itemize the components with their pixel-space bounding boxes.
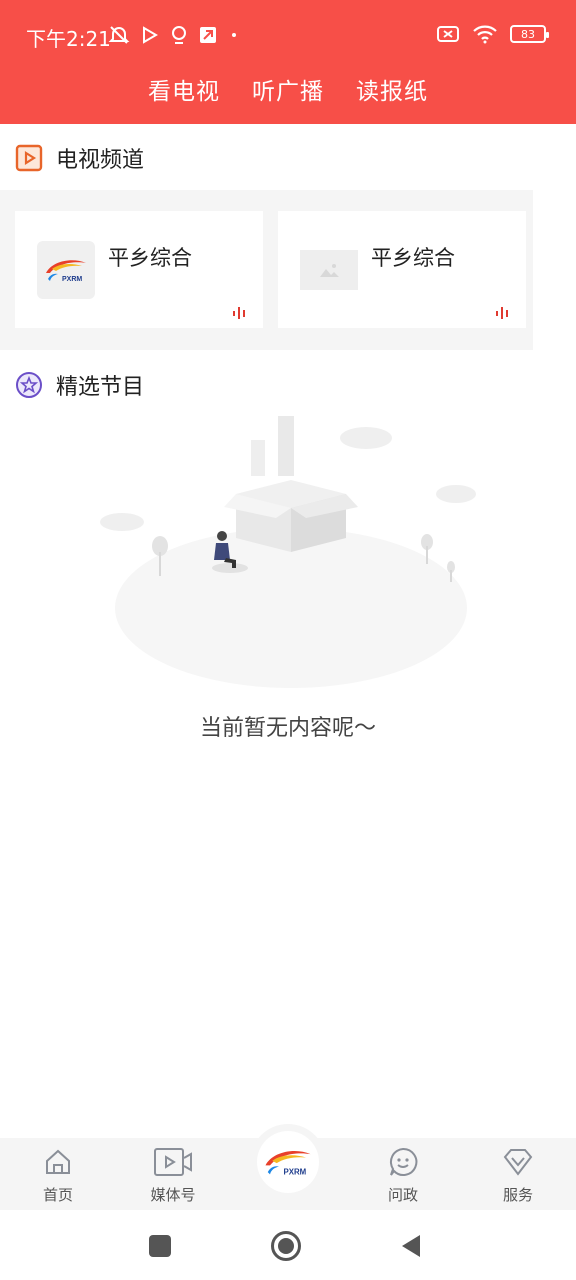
location-icon	[172, 26, 186, 44]
back-button[interactable]	[399, 1233, 423, 1259]
tab-listen-radio[interactable]: 听广播	[252, 72, 324, 112]
status-bar: 下午2:21 83	[0, 18, 576, 54]
live-signal-icon	[496, 307, 508, 319]
channel-list: PXRM 平乡综合 平乡综合	[0, 190, 533, 350]
status-time: 下午2:21	[26, 27, 111, 51]
pxrm-logo: PXRM	[46, 260, 86, 283]
mute-bell-icon	[108, 26, 130, 44]
home-icon	[46, 1149, 70, 1174]
channel-name: 平乡综合	[371, 246, 455, 270]
home-button[interactable]	[271, 1231, 301, 1261]
home-button-dot	[278, 1238, 294, 1254]
nav-inquiry[interactable]: 问政	[363, 1146, 443, 1205]
bottom-nav: 首页 媒体号 PXRM 问政 服务	[0, 1124, 576, 1210]
empty-state-message: 当前暂无内容呢～	[199, 716, 376, 741]
live-signal-icon	[233, 307, 245, 319]
video-icon	[154, 1148, 192, 1176]
nav-services-label: 服务	[502, 1186, 533, 1204]
channel-card[interactable]: PXRM 平乡综合	[15, 211, 263, 328]
pxrm-logo-text: PXRM	[284, 1167, 307, 1176]
sim-off-icon	[437, 26, 459, 42]
recent-apps-button[interactable]	[149, 1235, 171, 1257]
pxrm-logo-text: PXRM	[62, 276, 82, 283]
featured-section-header: 精选节目	[14, 369, 144, 401]
top-tabs: 看电视 听广播 读报纸	[0, 72, 576, 112]
nav-home-label: 首页	[42, 1186, 73, 1204]
play-icon	[143, 26, 158, 44]
tv-section-title: 电视频道	[56, 148, 145, 173]
image-placeholder-icon	[300, 250, 358, 290]
battery-icon: 83	[510, 25, 549, 43]
play-square-icon	[15, 144, 43, 172]
battery-level: 83	[521, 27, 535, 41]
tab-watch-tv[interactable]: 看电视	[148, 72, 220, 112]
nav-center-logo-button[interactable]: PXRM	[250, 1124, 326, 1200]
diamond-icon	[503, 1149, 533, 1176]
channel-card[interactable]: 平乡综合	[278, 211, 526, 328]
nav-home[interactable]: 首页	[18, 1146, 98, 1205]
nav-media[interactable]: 媒体号	[133, 1146, 213, 1205]
featured-section-title: 精选节目	[56, 375, 145, 400]
wifi-icon	[473, 25, 497, 44]
app-header: 下午2:21 83 看电视 听广播 读报纸	[0, 0, 576, 124]
star-badge-icon	[16, 372, 42, 398]
nav-media-label: 媒体号	[150, 1186, 196, 1204]
dot-icon	[232, 33, 236, 37]
pxrm-logo: PXRM	[265, 1151, 311, 1176]
channel-thumbnail	[300, 241, 358, 299]
empty-state-illustration	[100, 416, 476, 688]
tv-section-header: 电视频道	[14, 142, 144, 174]
tab-read-newspaper[interactable]: 读报纸	[356, 72, 428, 112]
channel-name: 平乡综合	[108, 246, 192, 270]
nav-services[interactable]: 服务	[478, 1146, 558, 1205]
nav-inquiry-label: 问政	[387, 1186, 418, 1204]
app-notify-icon	[200, 27, 216, 43]
system-nav-bar	[0, 1210, 576, 1280]
chat-bubble-icon	[390, 1147, 418, 1176]
channel-thumbnail: PXRM	[37, 241, 95, 299]
